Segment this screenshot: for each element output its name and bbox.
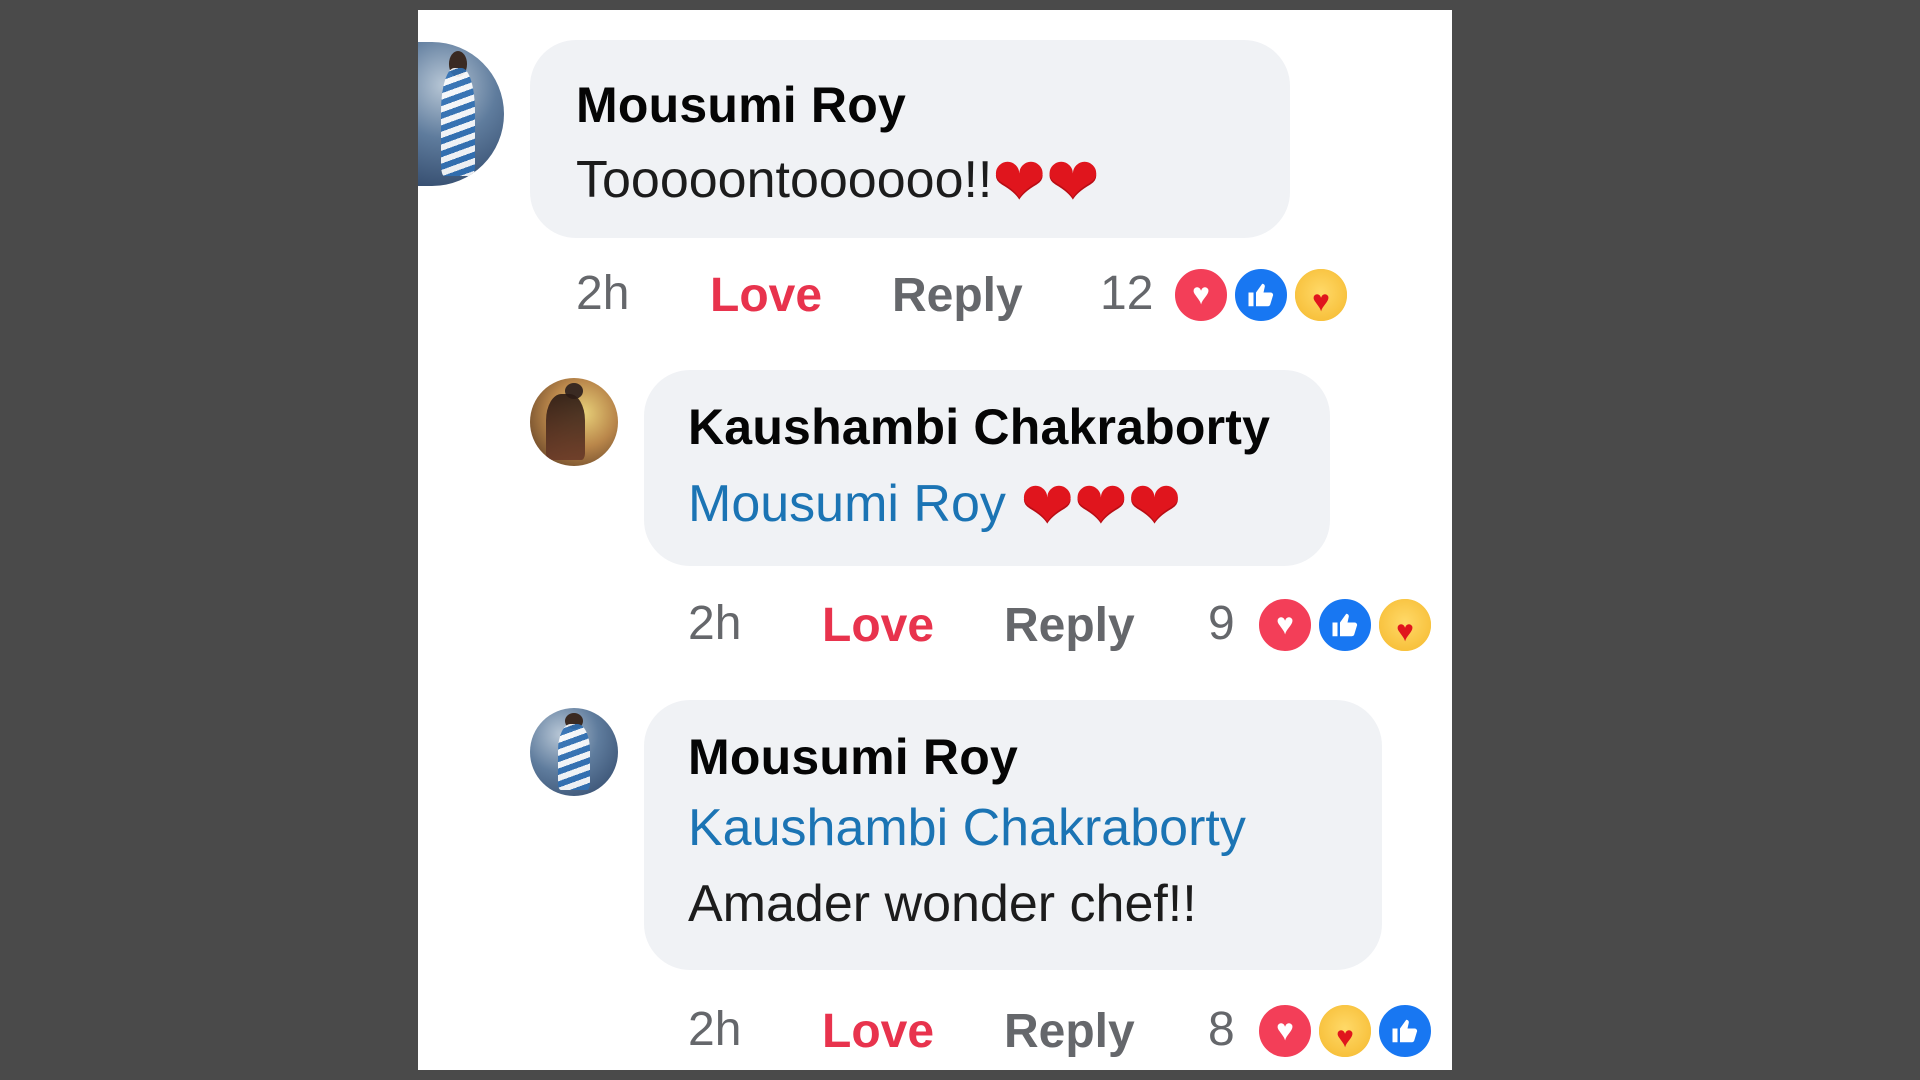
avatar[interactable] <box>530 708 618 796</box>
reply-button[interactable]: Reply <box>1004 598 1135 653</box>
mention-link[interactable]: Mousumi Roy <box>688 475 1006 533</box>
reply-bubble: Kaushambi Chakraborty Mousumi Roy ❤❤❤ <box>644 370 1330 566</box>
reaction-count[interactable]: 8 <box>1208 1002 1235 1057</box>
heart-icon[interactable]: ♥ <box>1172 266 1230 324</box>
comment-body: Amader wonder chef!! <box>688 875 1197 933</box>
comment: Kaushambi Chakraborty Mousumi Roy ❤❤❤ 2h… <box>418 370 1452 700</box>
comment-bubble: Mousumi Roy Tooooontoooooo!!❤❤ <box>530 40 1290 238</box>
reply-button[interactable]: Reply <box>1004 1004 1135 1059</box>
reaction-count[interactable]: 9 <box>1208 596 1235 651</box>
care-icon[interactable]: ♥ <box>1292 266 1350 324</box>
reply-button[interactable]: Reply <box>892 268 1023 323</box>
comment-author[interactable]: Mousumi Roy <box>576 76 906 134</box>
avatar[interactable] <box>530 378 618 466</box>
like-icon[interactable] <box>1316 596 1374 654</box>
like-icon[interactable] <box>1376 1002 1434 1060</box>
care-icon[interactable]: ♥ <box>1316 1002 1374 1060</box>
comment: Mousumi Roy Kaushambi Chakraborty Amader… <box>418 700 1452 1070</box>
comment-actions: 2h Love Reply 9 ♥ ♥ <box>688 596 1448 666</box>
love-button[interactable]: Love <box>822 1004 934 1059</box>
reply-bubble: Mousumi Roy Kaushambi Chakraborty Amader… <box>644 700 1382 970</box>
heart-icon[interactable]: ♥ <box>1256 596 1314 654</box>
heart-emoji-icon: ❤❤❤ <box>1020 469 1182 541</box>
comment-text: Tooooontoooooo!!❤❤ <box>576 144 1100 219</box>
comment-timestamp[interactable]: 2h <box>688 1002 741 1057</box>
love-button[interactable]: Love <box>822 598 934 653</box>
mention-link[interactable]: Kaushambi Chakraborty <box>688 798 1246 858</box>
comment-actions: 2h Love Reply 12 ♥ ♥ <box>576 266 1452 336</box>
comment-timestamp[interactable]: 2h <box>688 596 741 651</box>
comment-author[interactable]: Kaushambi Chakraborty <box>688 398 1270 456</box>
comment-thread: Mousumi Roy Tooooontoooooo!!❤❤ 2h Love R… <box>418 10 1452 1070</box>
comment-timestamp[interactable]: 2h <box>576 266 629 321</box>
love-button[interactable]: Love <box>710 268 822 323</box>
comment: Mousumi Roy Tooooontoooooo!!❤❤ 2h Love R… <box>418 10 1452 340</box>
reaction-count[interactable]: 12 <box>1100 266 1153 321</box>
comment-author[interactable]: Mousumi Roy <box>688 728 1018 786</box>
comment-body: Tooooontoooooo!! <box>576 151 993 209</box>
like-icon[interactable] <box>1232 266 1290 324</box>
heart-icon[interactable]: ♥ <box>1256 1002 1314 1060</box>
comment-actions: 2h Love Reply 8 ♥ ♥ <box>688 1002 1448 1070</box>
care-icon[interactable]: ♥ <box>1376 596 1434 654</box>
avatar[interactable] <box>418 42 504 186</box>
heart-emoji-icon: ❤❤ <box>992 145 1100 217</box>
comment-text: Mousumi Roy ❤❤❤ <box>688 468 1181 543</box>
